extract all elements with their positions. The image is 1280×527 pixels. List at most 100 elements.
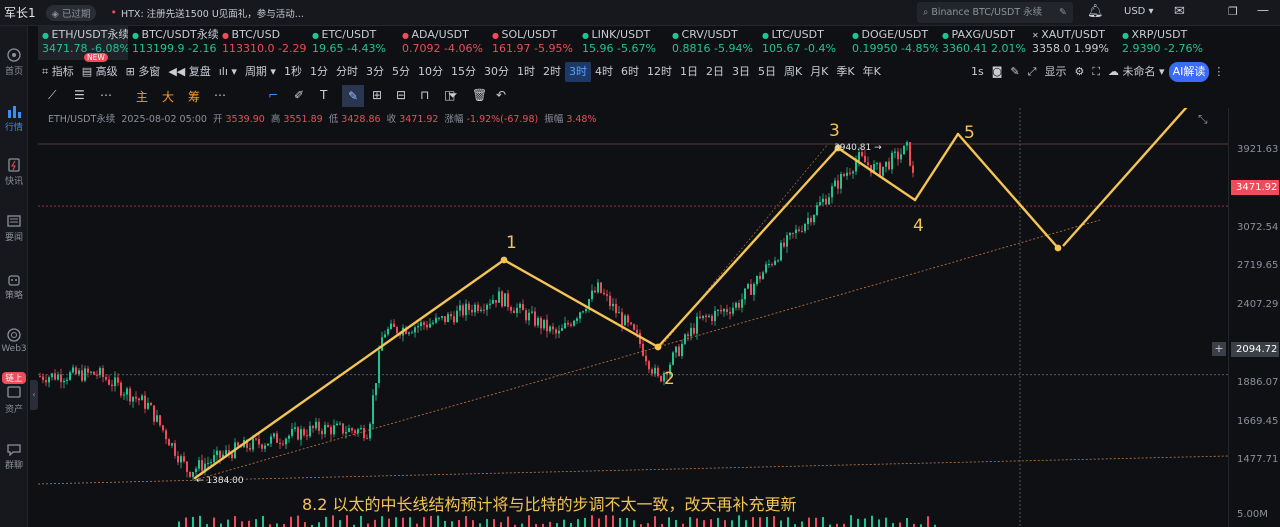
period-button[interactable]: 5日 — [754, 62, 780, 82]
sidebar-item-web3[interactable]: Web3 — [0, 328, 28, 354]
announcement-text[interactable]: HTX: 注册先送1500 U见面礼，参与活动... — [121, 6, 304, 20]
chips-button[interactable]: 筹 — [188, 88, 200, 105]
chart-type-button[interactable]: ılı ▾ — [215, 62, 241, 82]
period-button[interactable]: 2时 — [539, 62, 565, 82]
settings-icon[interactable]: ⚙ — [1070, 62, 1088, 82]
period-button[interactable]: 4时 — [591, 62, 617, 82]
sidebar-item-strategy[interactable]: 策略 — [0, 272, 28, 301]
period-button[interactable]: 10分 — [414, 62, 447, 82]
candle-body — [276, 433, 278, 443]
period-button[interactable]: 分时 — [332, 62, 362, 82]
main-indicator-button[interactable]: 主 — [136, 88, 148, 105]
ticker-item[interactable]: ● LINK/USDT 15.96 -5.67% — [578, 26, 668, 60]
period-button[interactable]: 12时 — [643, 62, 676, 82]
sidebar-item-market[interactable]: 行情 — [0, 104, 28, 133]
text-icon[interactable]: T — [320, 88, 327, 102]
period-button[interactable]: 3时 — [564, 62, 591, 82]
price-axis[interactable]: 3921.63 3471.92 3072.54 2719.65 2407.29 … — [1228, 108, 1280, 527]
fullscreen-icon[interactable]: ⛶ — [1088, 62, 1104, 82]
ticker-item[interactable]: ● XRP/USDT 2.9390 -2.76% — [1118, 26, 1208, 60]
edit-icon[interactable]: ✎ — [1006, 62, 1023, 82]
multi-window-button[interactable]: ⊞ 多窗 — [122, 62, 165, 82]
ai-interpret-button[interactable]: AI解读 — [1168, 62, 1210, 82]
chart-fullscreen-icon[interactable]: ⤡ — [1198, 112, 1208, 127]
period-button[interactable]: 3分 — [362, 62, 388, 82]
indicators-button[interactable]: ⌗ 指标 — [38, 62, 78, 82]
candle-body — [123, 394, 125, 396]
second-interval-button[interactable]: 1s — [967, 62, 988, 82]
ticker-item[interactable]: ● LTC/USDT 105.67 -0.4% — [758, 26, 848, 60]
ticker-item[interactable]: ● SOL/USDT 161.97 -5.95% — [488, 26, 578, 60]
camera-icon[interactable]: ◙ — [988, 62, 1007, 82]
undo-icon[interactable]: ↶ — [496, 88, 506, 102]
period-button[interactable]: 年K — [859, 62, 885, 82]
period-button[interactable]: 1日 — [676, 62, 702, 82]
crosshair-plus-icon[interactable]: + — [1212, 342, 1226, 356]
more-tools-icon[interactable]: ⋯ — [214, 88, 226, 102]
funnel-icon[interactable]: ⏷ — [448, 88, 458, 103]
ticker-item[interactable]: ● ADA/USDT 0.7092 -4.06% — [398, 26, 488, 60]
ticker-item[interactable]: ● ETC/USDT 19.65 -4.43% — [308, 26, 398, 60]
bell-icon[interactable]: 🔔︎ — [1087, 4, 1104, 19]
window-restore-icon[interactable]: ❐ — [1228, 5, 1238, 18]
ticker-item[interactable]: ● PAXG/USDT 3360.41 2.01% — [938, 26, 1028, 60]
period-button[interactable]: 季K — [832, 62, 858, 82]
candle-body — [864, 155, 866, 163]
period-button[interactable]: 月K — [806, 62, 832, 82]
sidebar-item-home[interactable]: 首页 — [0, 48, 28, 77]
period-button[interactable]: 1秒 — [280, 62, 306, 82]
candle-body — [414, 327, 416, 333]
period-button[interactable]: 5分 — [388, 62, 414, 82]
pen-tool-icon[interactable]: ✎ — [342, 85, 364, 107]
layout-cloud-button[interactable]: ☁ 未命名 ▾ — [1104, 62, 1169, 82]
expand-icon[interactable]: ⤢ — [1024, 62, 1041, 82]
ticker-item[interactable]: ✕ XAUT/USDT 3358.0 1.99% — [1028, 26, 1118, 60]
period-button[interactable]: 30分 — [480, 62, 513, 82]
period-button[interactable]: 1分 — [306, 62, 332, 82]
ticker-item[interactable]: ● DOGE/USDT 0.19950 -4.85% — [848, 26, 938, 60]
period-button[interactable]: 2日 — [702, 62, 728, 82]
measure-icon[interactable]: ⊞ — [372, 88, 382, 102]
sidebar-item-news[interactable]: 要闻 — [0, 214, 28, 243]
price-chart[interactable] — [38, 108, 1228, 527]
currency-select[interactable]: USD ▾ — [1124, 6, 1154, 17]
crop-icon[interactable]: ⌐ — [268, 88, 278, 102]
period-dropdown[interactable]: 周期 ▾ — [241, 62, 280, 82]
replay-button[interactable]: ◀◀ 复盘 — [164, 62, 214, 82]
sidebar-item-chat[interactable]: 群聊 — [0, 442, 28, 471]
period-button[interactable]: 15分 — [447, 62, 480, 82]
period-button[interactable]: 周K — [780, 62, 806, 82]
ruler-icon[interactable]: ⟋ — [48, 88, 56, 103]
ticker-item[interactable]: ● BTC/USD 113310.0 -2.29 — [218, 26, 308, 60]
ticker-item[interactable]: ● BTC/USDT永续 113199.9 -2.16 — [128, 26, 218, 60]
volume-bar — [500, 522, 502, 527]
period-button[interactable]: 1时 — [513, 62, 539, 82]
ticker-name: LINK/USDT — [591, 28, 651, 41]
period-button[interactable]: 6时 — [617, 62, 643, 82]
fib-icon[interactable]: ⊟ — [396, 88, 406, 102]
pen-icon[interactable]: ✎ — [1059, 2, 1067, 23]
mail-icon[interactable]: ✉ — [1174, 4, 1185, 19]
volume-bar — [339, 520, 341, 527]
ticker-item[interactable]: ● ETH/USDT永续 3471.78 -6.08% — [38, 26, 128, 60]
ticker-change: 2.01% — [991, 42, 1026, 55]
magnet-icon[interactable]: ⊓ — [420, 88, 429, 102]
sidebar-toggle[interactable]: ‹ — [30, 380, 38, 410]
candle-body — [795, 229, 797, 234]
large-order-button[interactable]: 大 — [162, 88, 174, 105]
sidebar-item-assets[interactable]: 链上 资产 — [0, 372, 28, 415]
lines-icon[interactable]: ☰ — [74, 88, 85, 102]
advanced-button[interactable]: ▤ 高级 — [78, 62, 122, 82]
sidebar-item-flash[interactable]: 快讯 — [0, 158, 28, 187]
search-input[interactable]: ⌕ Binance BTC/USDT 永续 ✎ — [917, 2, 1073, 23]
trash-icon[interactable]: 🗑︎ — [472, 88, 487, 102]
period-button[interactable]: 3日 — [728, 62, 754, 82]
dots-icon[interactable]: ⋯ — [100, 88, 112, 102]
brush-icon[interactable]: ✐ — [294, 88, 304, 102]
candle-body — [378, 350, 380, 384]
more-icon[interactable]: ⋮ — [1209, 62, 1228, 82]
ticker-item[interactable]: ● CRV/USDT 0.8816 -5.94% — [668, 26, 758, 60]
display-button[interactable]: 显示 — [1040, 62, 1070, 82]
user-name[interactable]: 军长1 — [4, 4, 36, 21]
minimize-icon[interactable]: — — [1257, 3, 1269, 17]
